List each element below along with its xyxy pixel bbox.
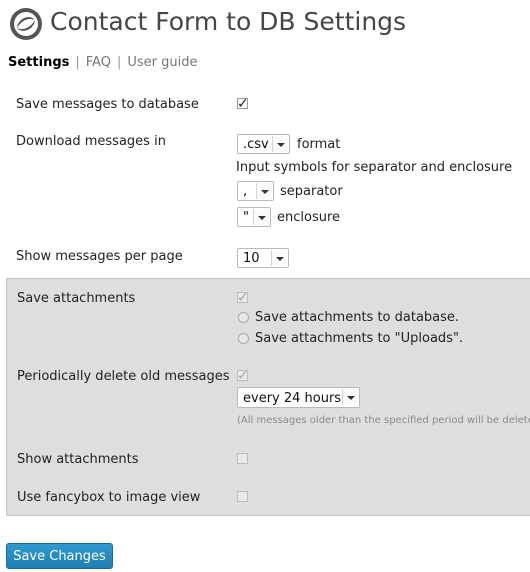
save-attachments-label: Save attachments xyxy=(17,291,136,306)
settings-nav: Settings | FAQ | User guide xyxy=(8,55,197,70)
delete-old-note: (All messages older than the specified p… xyxy=(237,415,530,426)
format-value: .csv xyxy=(243,137,269,152)
per-page-value: 10 xyxy=(243,251,260,266)
nav-separator: | xyxy=(116,55,122,70)
separator-label: separator xyxy=(280,184,343,199)
save-to-uploads-radio[interactable] xyxy=(238,333,249,344)
save-messages-label: Save messages to database xyxy=(16,97,199,112)
separator-hint: Input symbols for separator and enclosur… xyxy=(236,160,513,175)
show-attachments-label: Show attachments xyxy=(17,452,139,467)
fancybox-checkbox[interactable] xyxy=(237,491,248,502)
nav-separator: | xyxy=(75,55,80,70)
enclosure-value: " xyxy=(243,210,249,225)
save-messages-checkbox[interactable] xyxy=(237,94,249,114)
enclosure-select[interactable]: " xyxy=(237,207,271,227)
gear-logo-icon xyxy=(10,8,42,40)
format-suffix: format xyxy=(297,137,341,152)
nav-faq[interactable]: FAQ xyxy=(86,55,111,70)
save-to-uploads-label: Save attachments to "Uploads". xyxy=(255,331,464,346)
chevron-down-icon xyxy=(272,136,288,152)
save-to-database-radio[interactable] xyxy=(238,312,249,323)
delete-old-label: Periodically delete old messages xyxy=(17,369,230,384)
page-title: Contact Form to DB Settings xyxy=(50,7,407,36)
nav-user-guide[interactable]: User guide xyxy=(127,55,197,70)
save-to-database-label: Save attachments to database. xyxy=(255,310,460,325)
per-page-select[interactable]: 10 xyxy=(237,248,289,268)
chevron-down-icon xyxy=(342,389,358,405)
chevron-down-icon xyxy=(271,250,287,266)
delete-interval-select[interactable]: every 24 hours xyxy=(237,387,360,408)
separator-select[interactable]: , xyxy=(237,181,274,201)
fancybox-label: Use fancybox to image view xyxy=(17,490,201,505)
delete-interval-value: every 24 hours xyxy=(243,391,342,406)
format-select[interactable]: .csv xyxy=(237,134,290,154)
show-attachments-checkbox[interactable] xyxy=(237,453,248,464)
per-page-label: Show messages per page xyxy=(16,249,183,264)
chevron-down-icon xyxy=(256,183,272,199)
download-label: Download messages in xyxy=(16,134,166,149)
enclosure-label: enclosure xyxy=(277,210,341,225)
save-attachments-checkbox[interactable] xyxy=(237,288,249,308)
separator-value: , xyxy=(243,184,248,199)
delete-old-checkbox[interactable] xyxy=(237,366,249,386)
chevron-down-icon xyxy=(253,209,269,225)
save-changes-button[interactable]: Save Changes xyxy=(6,543,113,569)
nav-settings[interactable]: Settings xyxy=(8,55,69,70)
